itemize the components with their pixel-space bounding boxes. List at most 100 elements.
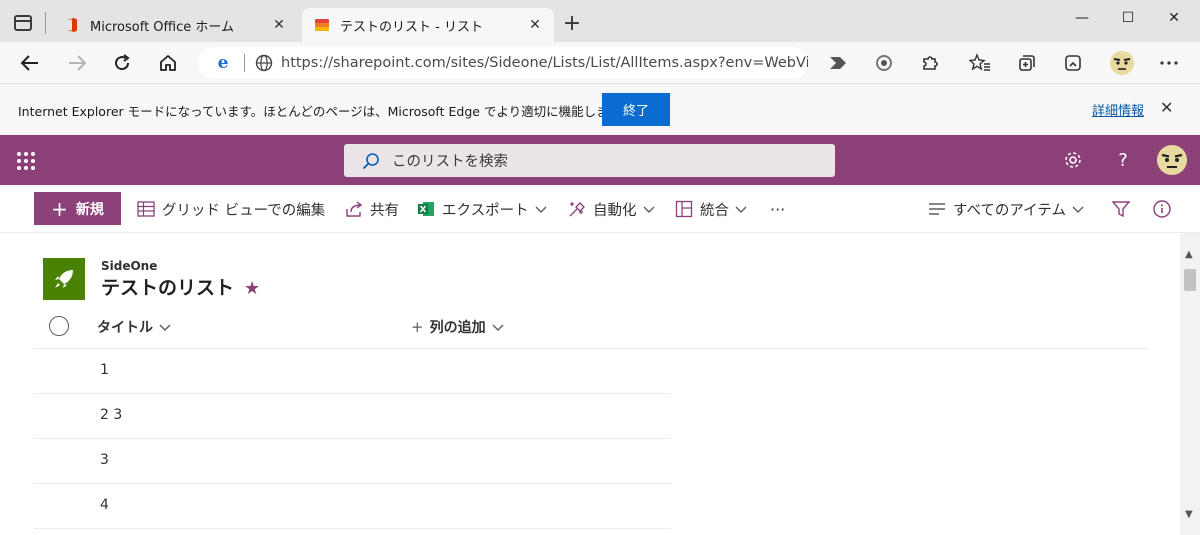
integrate-icon <box>674 199 694 219</box>
column-title-label: タイトル <box>97 320 153 336</box>
more-commands-button[interactable]: ··· <box>770 197 785 221</box>
table-row[interactable]: 4 <box>34 484 671 529</box>
view-switcher[interactable]: すべてのアイテム <box>927 197 1084 221</box>
automate-icon <box>567 199 587 219</box>
chevron-down-icon <box>159 324 171 331</box>
home-button[interactable] <box>154 50 182 76</box>
add-column-label: 列の追加 <box>429 320 486 336</box>
plus-icon: + <box>51 196 68 221</box>
url-text: https://sharepoint.com/sites/Sideone/Lis… <box>281 55 808 71</box>
favorites-icon[interactable] <box>968 51 992 75</box>
tab-separator <box>45 12 46 34</box>
tab-close-icon[interactable]: ✕ <box>524 17 546 33</box>
grid-icon <box>136 199 156 219</box>
table-row[interactable]: 2 3 <box>34 394 671 439</box>
new-label: 新規 <box>75 201 104 218</box>
ie-mode-banner: Internet Explorer モードになっています。ほとんどのページは、M… <box>0 84 1200 135</box>
browser-tab-strip: Microsoft Office ホーム ✕ テストのリスト - リスト ✕ +… <box>0 0 1200 42</box>
list-search-box[interactable]: このリストを検索 <box>344 144 835 177</box>
address-bar-row: e https://sharepoint.com/sites/Sideone/L… <box>0 42 1200 84</box>
row-title-cell[interactable]: 3 <box>100 452 109 468</box>
suite-bar: このリストを検索 ? <box>0 135 1200 185</box>
user-avatar[interactable] <box>1156 144 1188 176</box>
profile-avatar[interactable] <box>1108 49 1136 77</box>
favorite-star-icon[interactable]: ★ <box>244 278 260 299</box>
address-bar[interactable]: e https://sharepoint.com/sites/Sideone/L… <box>198 47 808 79</box>
extensions-puzzle-icon[interactable] <box>918 51 942 75</box>
help-icon[interactable]: ? <box>1111 148 1135 172</box>
scrollbar-thumb[interactable] <box>1184 269 1196 291</box>
tab-title: Microsoft Office ホーム <box>90 19 234 35</box>
row-title-cell[interactable]: 1 <box>100 362 109 378</box>
app-launcher-icon[interactable] <box>17 152 35 170</box>
chevron-down-icon <box>535 206 547 213</box>
select-all-checkbox[interactable] <box>49 316 69 336</box>
search-placeholder: このリストを検索 <box>392 154 508 170</box>
chevron-down-icon <box>1072 206 1084 213</box>
refresh-icon <box>115 54 130 71</box>
forward-button[interactable] <box>63 50 91 76</box>
automate-button[interactable]: 自動化 <box>567 197 655 221</box>
tab-close-icon[interactable]: ✕ <box>268 17 290 33</box>
site-name[interactable]: SideOne <box>101 259 157 273</box>
new-item-button[interactable]: + 新規 <box>34 192 121 225</box>
globe-icon <box>255 54 273 72</box>
filter-icon[interactable] <box>1111 197 1131 221</box>
back-button[interactable] <box>16 50 44 76</box>
extension-record-icon[interactable] <box>872 51 896 75</box>
tab-test-list[interactable]: テストのリスト - リスト ✕ <box>302 8 554 42</box>
maximize-button[interactable]: ☐ <box>1105 6 1151 30</box>
forward-arrow-icon <box>69 55 87 71</box>
export-label: エクスポート <box>442 202 529 219</box>
chevron-down-icon <box>643 206 654 213</box>
chevron-down-icon <box>735 206 747 213</box>
export-button[interactable]: エクスポート <box>416 197 547 221</box>
row-title-cell[interactable]: 2 3 <box>100 407 122 423</box>
tab-actions-icon[interactable] <box>14 15 32 31</box>
command-bar: + 新規 グリッド ビューでの編集 共有 エクスポート 自動化 統合 ··· す… <box>0 185 1200 233</box>
row-title-cell[interactable]: 4 <box>100 497 109 513</box>
automate-label: 自動化 <box>593 202 637 219</box>
integrate-button[interactable]: 統合 <box>674 197 747 221</box>
grid-edit-label: グリッド ビューでの編集 <box>162 202 326 219</box>
banner-close-icon[interactable]: ✕ <box>1160 98 1173 117</box>
home-icon <box>160 54 176 71</box>
view-label: すべてのアイテム <box>953 202 1066 219</box>
back-arrow-icon <box>20 55 38 71</box>
share-button[interactable]: 共有 <box>344 197 399 221</box>
minimize-button[interactable]: — <box>1059 6 1105 30</box>
scroll-up-arrow-icon[interactable]: ▲ <box>1185 249 1193 260</box>
plus-icon: + <box>411 318 424 336</box>
tab-office-home[interactable]: Microsoft Office ホーム ✕ <box>52 8 298 42</box>
view-list-icon <box>927 199 947 219</box>
search-icon <box>362 152 379 169</box>
chevron-down-icon <box>492 324 504 331</box>
share-label: 共有 <box>370 202 399 219</box>
vertical-scrollbar[interactable]: ▲ ▼ <box>1180 233 1200 535</box>
gear-icon[interactable] <box>1061 148 1085 172</box>
collections-icon[interactable] <box>1015 51 1039 75</box>
share-icon <box>344 199 364 219</box>
internet-explorer-icon: e <box>217 53 229 73</box>
list-title: テストのリスト <box>101 277 235 299</box>
refresh-button[interactable] <box>108 50 136 76</box>
new-tab-button[interactable]: + <box>560 12 584 36</box>
end-ie-mode-button[interactable]: 終了 <box>602 93 670 126</box>
scroll-down-arrow-icon[interactable]: ▼ <box>1185 509 1193 520</box>
table-row[interactable]: 1 <box>34 349 671 394</box>
site-logo[interactable] <box>43 258 85 300</box>
integrate-label: 統合 <box>700 202 729 219</box>
grid-edit-button[interactable]: グリッド ビューでの編集 <box>136 197 325 221</box>
add-column-button[interactable]: + 列の追加 <box>411 317 504 337</box>
address-divider <box>244 54 245 72</box>
window-close-button[interactable]: ✕ <box>1151 6 1197 30</box>
rocket-icon <box>55 270 73 288</box>
table-row[interactable]: 3 <box>34 439 671 484</box>
column-header-title[interactable]: タイトル <box>97 317 171 337</box>
read-aloud-icon[interactable] <box>826 51 850 75</box>
sharepoint-lists-icon <box>315 19 329 31</box>
settings-more-icon[interactable] <box>1157 51 1181 75</box>
performance-icon[interactable] <box>1061 51 1085 75</box>
more-info-link[interactable]: 詳細情報 <box>1092 100 1144 119</box>
info-icon[interactable] <box>1152 197 1172 221</box>
